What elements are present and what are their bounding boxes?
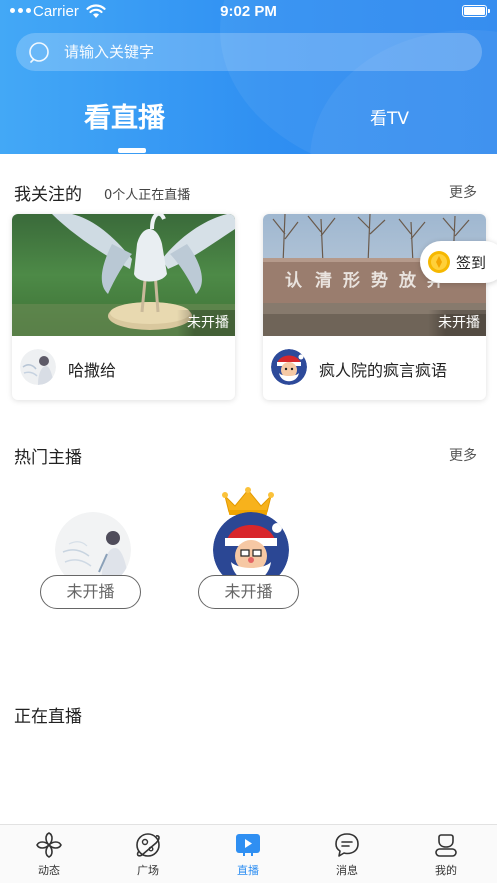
- tab-live[interactable]: 看直播: [84, 96, 165, 135]
- svg-text:清: 清: [315, 270, 332, 291]
- bottom-tab-bar: 动态 广场 直播 消息 我的: [0, 824, 497, 883]
- following-more-link[interactable]: 更多: [449, 182, 477, 202]
- streamer-name: 疯人院的疯言疯语: [319, 361, 448, 380]
- pinwheel-icon: [36, 832, 62, 858]
- anchor-item[interactable]: 未开播: [40, 486, 150, 616]
- tab-label: 动态: [38, 864, 60, 877]
- avatar: [20, 349, 56, 385]
- anchor-status-pill: 未开播: [198, 575, 299, 609]
- tab-tv[interactable]: 看TV: [370, 104, 409, 129]
- planet-icon: [136, 833, 160, 857]
- coin-icon: [428, 251, 450, 273]
- streamer-name: 哈撒给: [68, 361, 117, 380]
- clock: 9:02 PM: [220, 3, 277, 20]
- anchor-item[interactable]: 未开播: [198, 486, 308, 616]
- tab-profile[interactable]: 我的: [416, 831, 476, 878]
- stream-thumbnail: 未开播: [12, 214, 235, 336]
- live-play-icon: [236, 834, 260, 856]
- tab-messages[interactable]: 消息: [317, 831, 377, 878]
- header: Carrier 9:02 PM 看直播 看TV: [0, 0, 497, 154]
- tab-active-indicator: [118, 148, 146, 153]
- svg-text:形: 形: [343, 270, 360, 291]
- svg-text:放: 放: [398, 270, 417, 291]
- search-bar[interactable]: [16, 33, 482, 71]
- tab-label: 消息: [336, 864, 358, 877]
- profile-icon: [435, 834, 457, 857]
- hot-anchors-title: 热门主播: [14, 448, 82, 468]
- hot-anchors-more-link[interactable]: 更多: [449, 445, 477, 465]
- status-bar: Carrier 9:02 PM: [0, 0, 497, 24]
- tab-square[interactable]: 广场: [118, 831, 178, 878]
- following-subtitle: 0个人正在直播: [104, 188, 191, 203]
- search-icon: [29, 42, 49, 63]
- following-title: 我关注的: [14, 185, 82, 205]
- stream-status-badge: 未开播: [428, 310, 486, 336]
- tab-label: 直播: [237, 864, 259, 877]
- tab-label: 我的: [435, 864, 457, 877]
- tab-live[interactable]: 直播: [218, 831, 278, 878]
- anchor-status-pill: 未开播: [40, 575, 141, 609]
- tab-label: 广场: [137, 864, 159, 877]
- avatar: [271, 349, 307, 385]
- tab-dynamics[interactable]: 动态: [19, 831, 79, 878]
- svg-text:势: 势: [371, 270, 388, 291]
- search-input[interactable]: [64, 33, 464, 71]
- stream-status-badge: 未开播: [177, 310, 235, 336]
- checkin-button[interactable]: 签到: [420, 241, 497, 283]
- svg-text:认: 认: [285, 270, 303, 291]
- stream-card[interactable]: 未开播 哈撒给: [12, 214, 235, 400]
- battery-icon: [462, 5, 490, 17]
- checkin-label: 签到: [456, 254, 487, 272]
- live-now-title: 正在直播: [14, 707, 82, 727]
- chat-bubble-icon: [335, 833, 359, 857]
